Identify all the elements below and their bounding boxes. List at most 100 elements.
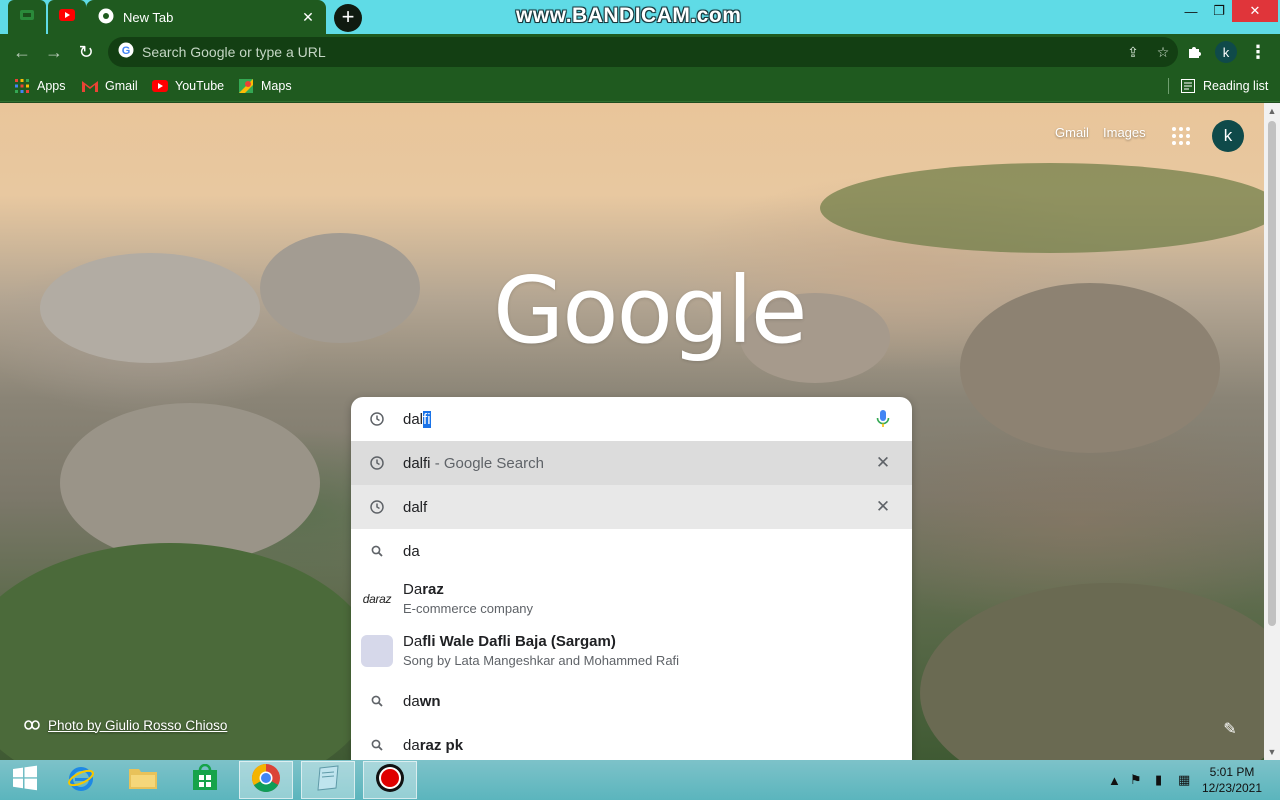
page-scrollbar[interactable]: ▲ ▼ (1264, 103, 1280, 760)
suggestion-completion: wn (419, 692, 441, 710)
store-icon (191, 763, 219, 797)
taskbar-file-explorer[interactable] (116, 761, 170, 799)
suggestion-typed: da (403, 542, 420, 560)
minimize-button[interactable]: — (1176, 0, 1206, 22)
microphone-icon[interactable] (854, 397, 912, 441)
maximize-button[interactable]: ❐ (1204, 0, 1234, 22)
taskbar-bandicam[interactable] (363, 761, 417, 799)
suggestion-search[interactable]: da (351, 529, 912, 573)
images-link[interactable]: Images (1103, 125, 1146, 140)
folder-icon (128, 765, 158, 796)
remove-suggestion-icon[interactable]: ✕ (854, 485, 912, 529)
suggestion-typed: da (403, 736, 420, 754)
chrome-menu-icon[interactable]: ⋮ (1244, 38, 1272, 66)
suggestion-entity-daraz[interactable]: daraz Daraz E-commerce company (351, 573, 912, 625)
pinned-tab-youtube[interactable] (48, 0, 86, 34)
tab-title: New Tab (123, 9, 174, 25)
bookmark-maps[interactable]: Maps (238, 76, 292, 96)
reload-icon[interactable]: ↻ (72, 38, 100, 66)
search-input[interactable]: dalfi (351, 397, 912, 441)
start-button[interactable] (0, 761, 50, 799)
action-center-flag-icon[interactable]: ⚑ (1130, 770, 1142, 790)
search-icon (351, 723, 403, 760)
typed-text: dal (403, 410, 424, 428)
bookmark-label: Gmail (105, 79, 138, 93)
share-icon[interactable]: ⇪ (1118, 37, 1148, 67)
suggestion-search[interactable]: daraz pk (351, 723, 912, 760)
network-icon[interactable]: ▦ (1178, 770, 1190, 790)
history-clock-icon (351, 485, 403, 529)
tab-close-icon[interactable]: ✕ (296, 5, 320, 29)
autocomplete-selection: fi (423, 410, 431, 428)
bookmark-gmail[interactable]: Gmail (82, 76, 138, 96)
scroll-up-arrow-icon[interactable]: ▲ (1264, 103, 1280, 119)
google-g-icon: G (118, 42, 134, 63)
chrome-icon (98, 8, 114, 27)
search-icon (351, 529, 403, 573)
bookmark-label: YouTube (175, 79, 225, 93)
suggestion-description: Song by Lata Mangeshkar and Mohammed Raf… (403, 653, 680, 668)
recording-watermark: www.BANDICAM.com (516, 4, 742, 27)
extensions-puzzle-icon[interactable] (1180, 38, 1208, 66)
internet-explorer-icon (67, 764, 95, 797)
suggestion-completion: raz (422, 581, 444, 598)
gmail-link[interactable]: Gmail (1055, 125, 1089, 140)
scroll-thumb[interactable] (1268, 121, 1276, 626)
suggestion-entity-song[interactable]: Dafli Wale Dafli Baja (Sargam) Song by L… (351, 625, 912, 677)
history-clock-icon (351, 397, 403, 441)
notepad-icon (314, 764, 342, 797)
show-hidden-icons[interactable]: ▲ (1108, 770, 1121, 790)
profile-avatar: k (1215, 41, 1237, 63)
photo-credit-link[interactable]: Photo by Giulio Rosso Chioso (24, 717, 227, 733)
record-icon (375, 763, 405, 798)
suggestion-search[interactable]: dawn (351, 679, 912, 723)
search-input-text[interactable]: dalfi (403, 410, 854, 428)
bookmark-youtube[interactable]: YouTube (152, 76, 224, 96)
remove-suggestion-icon[interactable]: ✕ (854, 441, 912, 485)
taskbar-internet-explorer[interactable] (54, 761, 108, 799)
suggestion-suffix: - Google Search (430, 454, 544, 472)
reading-list-label: Reading list (1203, 79, 1269, 93)
bookmark-apps[interactable]: Apps (14, 76, 66, 96)
taskbar-chrome[interactable] (239, 761, 293, 799)
customize-pencil-icon[interactable]: ✎ (1218, 717, 1242, 741)
suggestion-description: E-commerce company (403, 601, 534, 616)
address-bar[interactable]: G Search Google or type a URL ⇪ ☆ (108, 37, 1178, 67)
clock-date: 12/23/2021 (1201, 781, 1263, 795)
bookmark-star-icon[interactable]: ☆ (1148, 37, 1178, 67)
background-vegetation (820, 163, 1264, 253)
background-rock (60, 403, 320, 563)
taskbar-notepad[interactable] (301, 761, 355, 799)
close-window-button[interactable]: ✕ (1232, 0, 1278, 22)
suggestion-query: dalfi (403, 454, 431, 472)
account-avatar[interactable]: k (1212, 120, 1244, 152)
tab-strip: New Tab ✕ + www.BANDICAM.com — ❐ ✕ (0, 0, 1280, 34)
forward-icon[interactable]: → (40, 38, 68, 66)
pinned-tab-1[interactable] (8, 0, 46, 34)
suggestion-typed: da (403, 692, 420, 710)
history-clock-icon (351, 441, 403, 485)
taskbar-store[interactable] (178, 761, 232, 799)
system-clock[interactable]: 5:01 PM 12/23/2021 (1200, 764, 1264, 796)
scroll-down-arrow-icon[interactable]: ▼ (1264, 744, 1280, 760)
chrome-icon (251, 763, 281, 798)
new-tab-button[interactable]: + (334, 4, 362, 32)
profile-button[interactable]: k (1212, 38, 1240, 66)
suggestion-history[interactable]: dalf ✕ (351, 485, 912, 529)
search-icon (351, 679, 403, 723)
apps-grid-icon (14, 78, 30, 94)
back-icon[interactable]: ← (8, 38, 36, 66)
battery-icon[interactable]: ▮ (1155, 770, 1162, 790)
background-vegetation (920, 583, 1264, 760)
reading-list-button[interactable]: Reading list (1180, 76, 1268, 96)
suggestion-typed: Da (403, 633, 423, 650)
bandicam-icon (19, 7, 35, 28)
tab-new-tab[interactable]: New Tab ✕ (86, 0, 326, 34)
maps-icon (238, 78, 254, 94)
bookmark-label: Maps (261, 79, 292, 93)
background-rock (40, 253, 260, 363)
suggestion-typed: Da (403, 581, 423, 598)
google-apps-icon[interactable] (1172, 127, 1190, 145)
song-thumbnail (351, 629, 403, 673)
suggestion-history[interactable]: dalfi - Google Search ✕ (351, 441, 912, 485)
